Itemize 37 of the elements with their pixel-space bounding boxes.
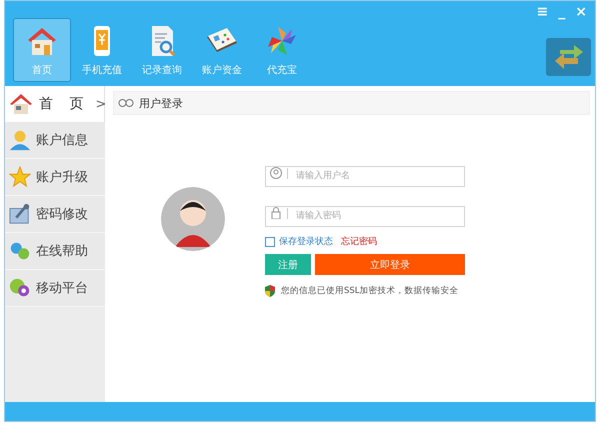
window-control-button[interactable]: × bbox=[573, 4, 589, 20]
remember-checkbox[interactable] bbox=[265, 236, 275, 246]
avatar-icon bbox=[161, 187, 225, 251]
chat-bubbles-icon bbox=[9, 240, 31, 262]
username-field[interactable]: 请输入用户名 bbox=[265, 166, 465, 186]
toolbar-button[interactable]: 首页 bbox=[13, 18, 71, 82]
toolbar-button[interactable]: 代充宝 bbox=[253, 18, 311, 82]
window-control-button[interactable]: ≡ bbox=[534, 4, 550, 20]
password-field[interactable]: 请输入密码 bbox=[265, 206, 465, 226]
toolbar-button[interactable]: 账户资金 bbox=[193, 18, 251, 82]
infinity-icon bbox=[118, 98, 134, 108]
eye-bubble-icon bbox=[9, 277, 31, 299]
user-icon bbox=[9, 129, 31, 151]
login-button[interactable]: 立即登录 bbox=[315, 254, 465, 275]
remember-label[interactable]: 保存登录状态 bbox=[279, 235, 333, 248]
sidebar-item-label: 账户信息 bbox=[36, 132, 88, 149]
sidebar-home-label: 首 页 bbox=[39, 95, 90, 113]
toolbar-button[interactable]: 记录查询 bbox=[133, 18, 191, 82]
lock-icon bbox=[270, 207, 282, 219]
shield-icon bbox=[265, 285, 275, 297]
sidebar-item-label: 移动平台 bbox=[36, 280, 88, 297]
breadcrumb-title: 用户登录 bbox=[139, 96, 183, 110]
chevron-text: > bbox=[95, 96, 106, 112]
house-icon bbox=[9, 93, 33, 115]
sidebar-item-label: 在线帮助 bbox=[36, 243, 88, 260]
user-icon bbox=[270, 167, 282, 179]
pinwheel-icon bbox=[265, 25, 299, 57]
toolbar-button[interactable]: 手机充值 bbox=[73, 18, 131, 82]
star-icon bbox=[9, 166, 31, 188]
window-control-button[interactable]: _ bbox=[556, 4, 568, 20]
security-notice: 您的信息已使用SSL加密技术，数据传输安全 bbox=[281, 285, 459, 297]
switch-button[interactable] bbox=[546, 38, 591, 76]
sidebar-item-label: 账户升级 bbox=[36, 169, 88, 186]
register-button[interactable]: 注册 bbox=[265, 254, 311, 275]
sidebar-home-item[interactable]: 首 页 > bbox=[5, 86, 105, 122]
sidebar-item-label: 密码修改 bbox=[36, 206, 88, 223]
forgot-password-link[interactable]: 忘记密码 bbox=[341, 235, 377, 248]
